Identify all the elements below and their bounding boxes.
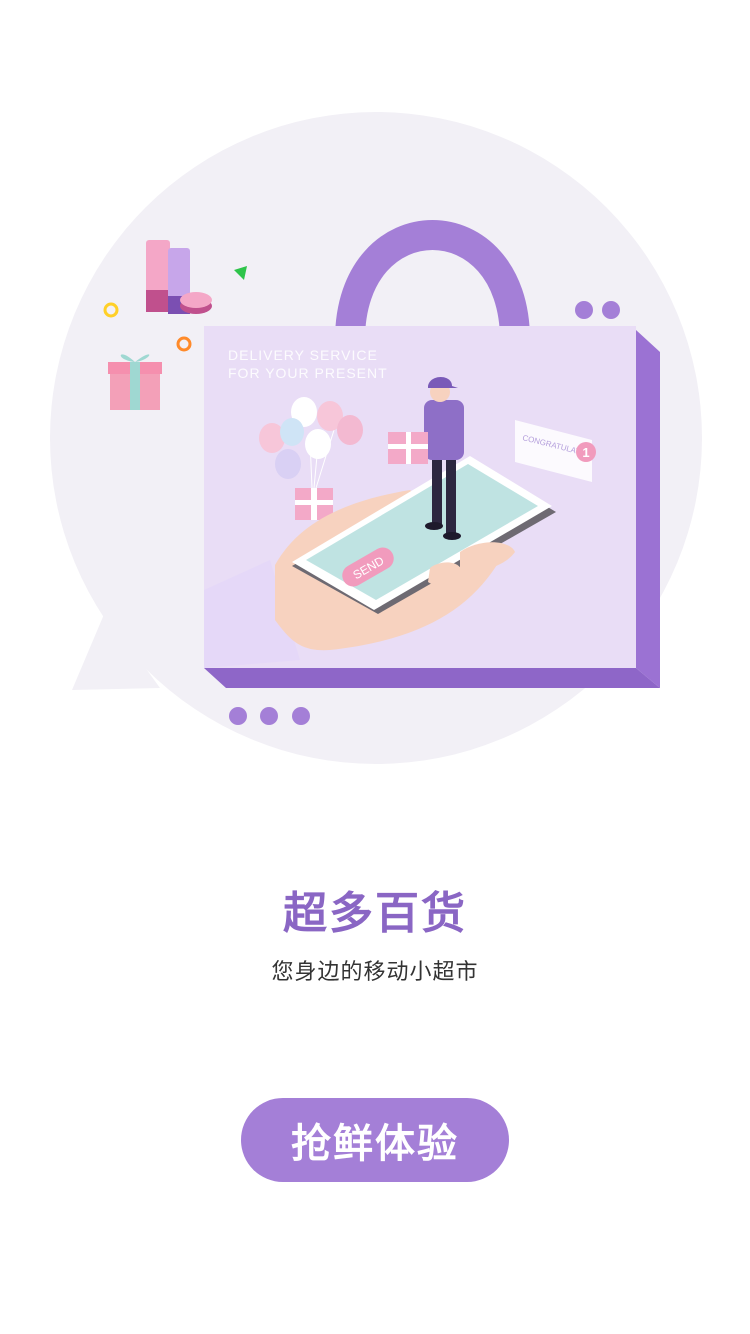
bag-headline-line2: FOR YOUR PRESENT [228,365,388,381]
decor-dots-bottom [229,707,310,725]
notification-badge: 1 [582,445,589,460]
bag-headline-line1: DELIVERY SERVICE [228,347,378,363]
page-subtitle: 您身边的移动小超市 [271,960,479,985]
page-title: 超多百货 [283,888,467,939]
hero-illustration: DELIVERY SERVICE FOR YOUR PRESENT SEND C… [50,112,702,764]
gift-box-icon [108,354,162,410]
try-now-button[interactable]: 抢鲜体验 [241,1098,509,1182]
